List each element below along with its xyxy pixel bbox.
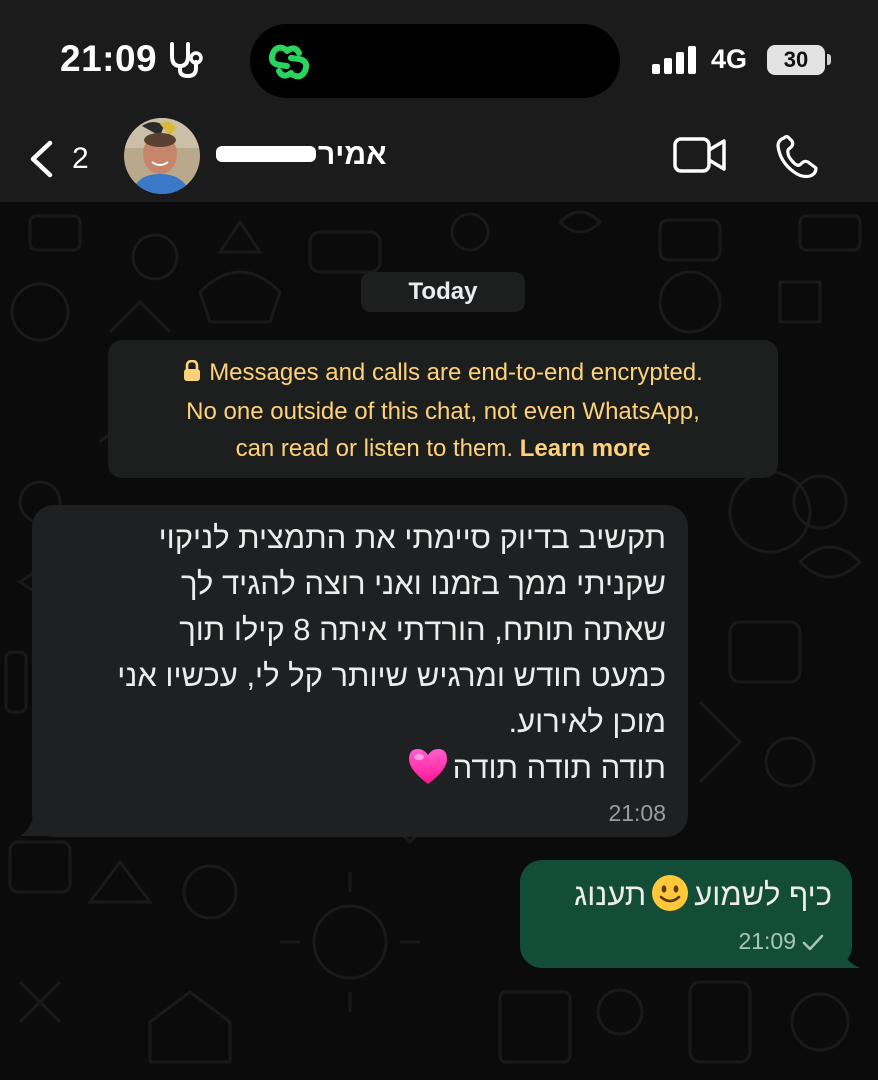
stethoscope-icon — [166, 40, 208, 85]
status-bar: 21:09 4G 30 — [0, 0, 878, 110]
outgoing-message-text: כיף לשמוע תענוג — [574, 872, 832, 926]
encryption-text-2: No one outside of this chat, not even Wh… — [186, 398, 700, 425]
learn-more-link[interactable]: Learn more — [520, 435, 651, 462]
message-line: שקניתי ממך בזמנו ואני רוצה להגיד לך — [180, 566, 666, 601]
encryption-text-1: Messages and calls are end-to-end encryp… — [209, 359, 703, 386]
encryption-text-3: can read or listen to them. — [235, 435, 514, 462]
smiling-face-icon — [650, 873, 690, 926]
redacted-surname — [216, 146, 316, 162]
video-camera-icon — [673, 137, 726, 173]
message-line: שאתה תותח, הורדתי איתה 8 קילו תוך — [179, 612, 666, 647]
single-check-icon — [802, 931, 824, 958]
outgoing-meta: 21:09 — [738, 928, 824, 958]
avatar[interactable] — [124, 118, 200, 194]
app-indicator-icon[interactable] — [265, 41, 315, 88]
status-time: 21:09 — [60, 38, 158, 79]
chevron-left-icon — [28, 140, 54, 183]
pink-heart-icon — [407, 746, 449, 799]
voice-call-button[interactable] — [774, 134, 820, 185]
back-button[interactable]: 2 — [22, 136, 102, 180]
date-separator: Today — [361, 272, 525, 312]
message-line: מוכן לאירוע. — [508, 704, 667, 739]
message-text-end: תענוג — [574, 877, 647, 912]
video-call-button[interactable] — [672, 136, 728, 179]
signal-icon — [652, 46, 698, 79]
encryption-notice[interactable]: Messages and calls are end-to-end encryp… — [108, 340, 778, 478]
battery-tip — [827, 54, 831, 65]
chat-area[interactable]: Today Messages and calls are end-to-end … — [0, 202, 878, 1080]
message-line: תודה תודה תודה — [452, 750, 666, 785]
message-timestamp: 21:09 — [738, 928, 796, 954]
phone-icon — [776, 135, 818, 179]
message-line-with-emoji: תודה תודה תודה — [46, 745, 666, 799]
message-line: כמעט חודש ומרגיש שיותר קל לי, עכשיו אני — [117, 658, 666, 693]
message-text-start: כיף לשמוע — [694, 877, 832, 912]
encryption-notice-line-1: Messages and calls are end-to-end encryp… — [108, 354, 778, 393]
contact-name[interactable]: אמיר — [318, 138, 387, 172]
whatsapp-chat-screen: 21:09 4G 30 2 אמיר Today Messages and ca… — [0, 0, 878, 1080]
incoming-message[interactable]: תקשיב בדיוק סיימתי את התמצית לניקוי שקני… — [32, 505, 688, 837]
outgoing-message[interactable]: כיף לשמוע תענוג 21:09 — [520, 860, 852, 968]
encryption-notice-line-3: can read or listen to them. Learn more — [108, 430, 778, 467]
message-timestamp: 21:08 — [608, 800, 666, 826]
chat-header: 2 אמיר — [0, 110, 878, 202]
network-type: 4G — [711, 44, 748, 74]
message-line: תקשיב בדיוק סיימתי את התמצית לניקוי — [158, 520, 666, 555]
unread-count: 2 — [72, 142, 89, 175]
battery-level: 30 — [783, 47, 809, 72]
lock-icon — [183, 356, 201, 393]
incoming-message-text: תקשיב בדיוק סיימתי את התמצית לניקוי שקני… — [46, 515, 666, 799]
